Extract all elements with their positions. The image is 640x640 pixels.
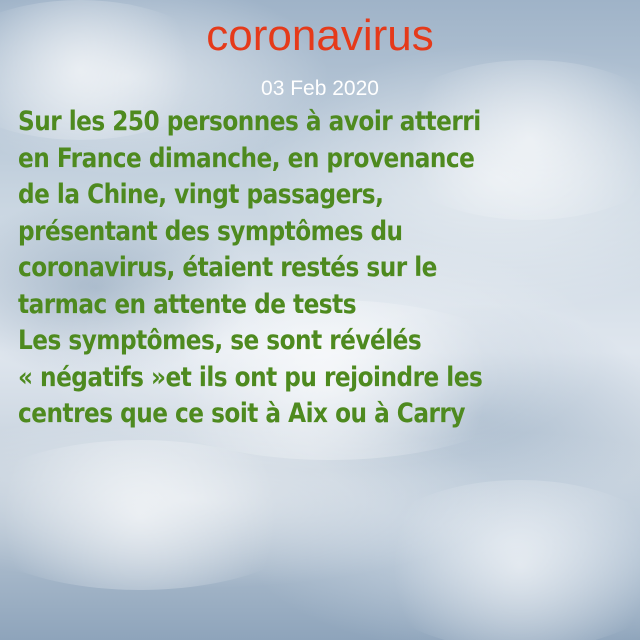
post-title: coronavirus bbox=[206, 11, 434, 60]
body-line: de la Chine, vingt passagers, bbox=[18, 179, 384, 210]
body-line: « négatifs »et ils ont pu rejoindre les bbox=[18, 361, 483, 393]
body-line: présentant des symptômes du bbox=[18, 215, 403, 247]
post-body: Sur les 250 personnes à avoir atterri en… bbox=[18, 104, 551, 433]
body-line: tarmac en attente de tests bbox=[18, 288, 357, 320]
body-line: Sur les 250 personnes à avoir atterri bbox=[18, 106, 481, 137]
body-line: coronavirus, étaient restés sur le bbox=[18, 252, 437, 283]
body-line: en France dimanche, en provenance bbox=[18, 142, 475, 174]
cloud bbox=[0, 440, 320, 590]
cloud bbox=[360, 480, 640, 640]
post-date: 03 Feb 2020 bbox=[261, 77, 379, 100]
post-image: coronavirus 03 Feb 2020 Sur les 250 pers… bbox=[0, 0, 640, 640]
body-line: centres que ce soit à Aix ou à Carry bbox=[18, 398, 466, 429]
body-line: Les symptômes, se sont révélés bbox=[18, 325, 422, 356]
